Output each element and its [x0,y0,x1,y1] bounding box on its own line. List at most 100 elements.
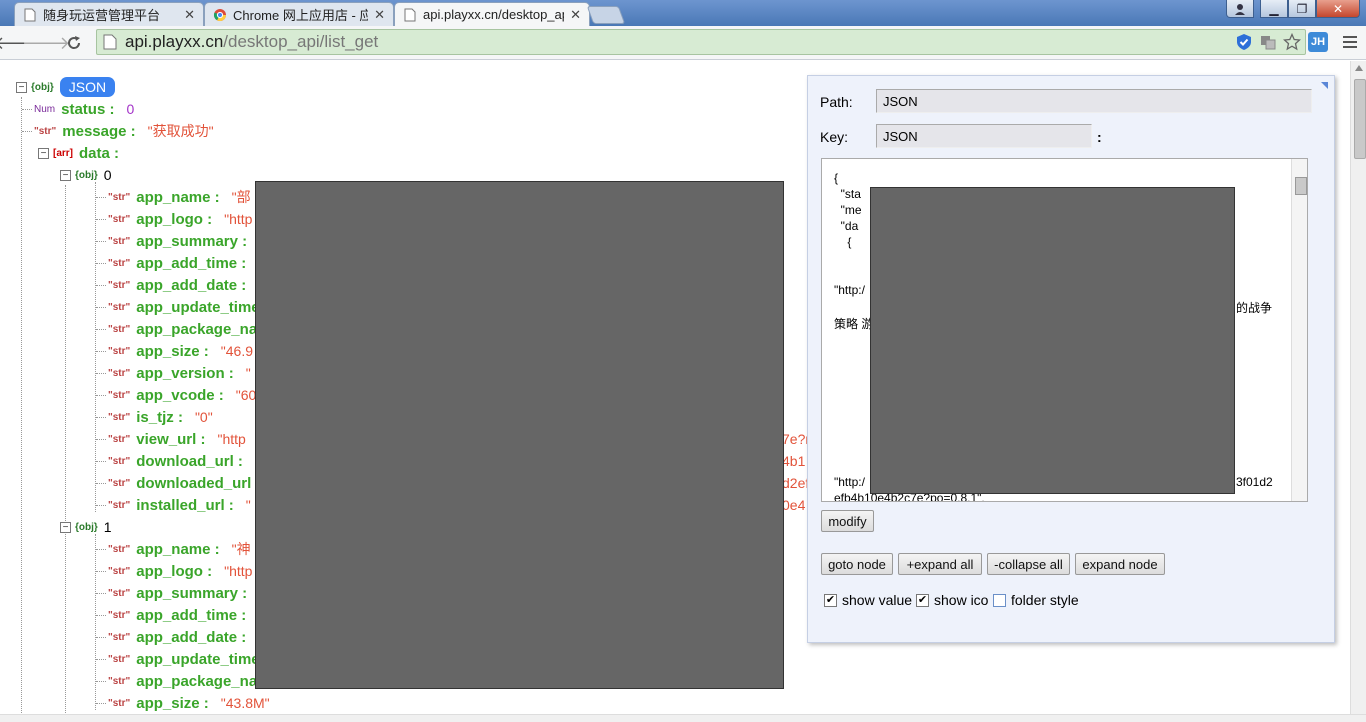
menu-icon[interactable] [1340,32,1360,52]
translate-icon[interactable] [1259,33,1277,56]
node-key[interactable]: app_logo : [136,211,212,228]
panel-corner-icon[interactable] [1321,82,1328,89]
redacted-block [870,187,1235,494]
text-line: "da [834,219,859,233]
minimize-button[interactable]: ▁ [1260,0,1288,18]
tree-node-field: "str" app_size : "43.8M" [96,692,270,714]
node-key[interactable]: installed_url : [136,497,234,514]
node-key[interactable]: app_add_date : [136,277,246,294]
expand-all-button[interactable]: +expand all [898,553,982,575]
tree-node-field: "str" is_tjz : "0" [96,406,213,428]
folder-style-checkbox[interactable]: folder style [993,592,1079,608]
tree-node-field: "str" downloaded_url d2ef [96,472,809,494]
node-key[interactable]: app_name : [136,189,219,206]
node-key[interactable]: app_summary : [136,233,247,250]
node-key[interactable]: is_tjz : [136,409,183,426]
tab-api-list[interactable]: api.playxx.cn/desktop_api/list_get ✕ [394,2,590,26]
tree-connector [22,130,32,132]
checkbox-mark[interactable] [993,593,1006,607]
node-key[interactable]: app_update_time [136,651,259,668]
node-value-tail: 7e?r [782,431,811,447]
checkbox-mark[interactable]: ✔ [824,593,837,607]
collapse-toggle-icon[interactable]: − [60,169,71,181]
close-icon[interactable]: ✕ [570,7,581,23]
text-line: "me [834,203,862,217]
modify-button[interactable]: modify [821,510,874,532]
node-key[interactable]: app_vcode : [136,387,224,404]
show-ico-checkbox[interactable]: ✔ show ico [916,592,988,608]
tree-connector [96,394,106,396]
node-key[interactable]: app_name : [136,541,219,558]
textarea-scrollbar[interactable] [1291,159,1307,501]
node-value: "http [224,563,253,579]
node-index[interactable]: 0 [104,167,112,183]
text-line: { [834,171,839,185]
node-value: 0 [126,101,135,117]
redacted-block [255,181,784,689]
node-key[interactable]: app_add_date : [136,629,246,646]
shield-icon[interactable] [1235,33,1253,56]
type-tag: "str" [108,301,131,313]
type-tag: "str" [108,389,131,401]
node-key[interactable]: app_size : [136,695,209,712]
node-key[interactable]: app_add_time : [136,255,246,272]
root-node-label[interactable]: JSON [59,77,116,97]
node-key[interactable]: status : [61,101,114,118]
node-key[interactable]: app_summary : [136,585,247,602]
maximize-button[interactable]: ❐ [1288,0,1316,18]
tree-node-field: "str" app_package_na [96,670,269,692]
node-key[interactable]: app_version : [136,365,234,382]
reload-icon[interactable] [62,31,86,55]
tree-node-message: "str" message : "获取成功" [22,120,214,142]
tree-connector [96,262,106,264]
node-value: "0" [194,409,213,425]
star-icon[interactable] [1282,32,1302,56]
tab-chrome-store[interactable]: Chrome 网上应用店 - 应用 ✕ [204,2,394,26]
page-scrollbar[interactable] [1350,61,1366,714]
node-key[interactable]: message : [62,123,135,140]
tree-connector [96,702,106,704]
text-line: "http:/ [834,475,865,489]
json-textarea[interactable]: { "sta "me "da { "http:/ 的战争 策略 游 "http:… [821,158,1308,502]
url-path: /desktop_api/list_get [223,32,379,51]
close-icon[interactable]: ✕ [184,7,195,23]
show-value-checkbox[interactable]: ✔ show value [824,592,912,608]
forward-arrow-icon[interactable]: 🡒 [22,31,70,55]
node-key[interactable]: app_update_time [136,299,259,316]
path-field[interactable]: JSON [876,89,1312,113]
tree-connector [96,306,106,308]
node-key[interactable]: data : [79,145,119,162]
type-tag: "str" [108,565,131,577]
checkbox-mark[interactable]: ✔ [916,593,929,607]
key-field[interactable]: JSON [876,124,1092,148]
tree-node-field: "str" app_summary : [96,230,259,252]
node-key[interactable]: app_package_na [136,321,257,338]
collapse-toggle-icon[interactable]: − [60,521,71,533]
extension-jh-icon[interactable]: JH [1308,32,1328,52]
checkbox-label: show value [842,592,913,608]
node-key[interactable]: view_url : [136,431,205,448]
tree-node-field: "str" app_logo : "http [96,560,252,582]
node-key[interactable]: download_url : [136,453,243,470]
close-window-button[interactable]: ✕ [1316,0,1360,18]
node-value: "http [224,211,253,227]
tab-admin-platform[interactable]: 随身玩运营管理平台 ✕ [14,2,204,26]
node-key[interactable]: app_package_na [136,673,257,690]
goto-node-button[interactable]: goto node [821,553,893,575]
node-key[interactable]: downloaded_url [136,475,251,492]
node-key[interactable]: app_logo : [136,563,212,580]
expand-node-button[interactable]: expand node [1075,553,1165,575]
node-key[interactable]: app_add_time : [136,607,246,624]
tree-guide-line [65,185,66,714]
node-value: "43.8M" [220,695,270,711]
node-key[interactable]: app_size : [136,343,209,360]
collapse-toggle-icon[interactable]: − [16,81,27,93]
user-icon[interactable] [1226,0,1254,18]
address-bar[interactable]: api.playxx.cn /desktop_api/list_get [96,29,1306,55]
collapse-toggle-icon[interactable]: − [38,147,49,159]
type-tag: "str" [108,279,131,291]
node-index[interactable]: 1 [104,519,112,535]
collapse-all-button[interactable]: -collapse all [987,553,1070,575]
close-icon[interactable]: ✕ [374,7,385,23]
new-tab-button[interactable] [586,6,626,24]
